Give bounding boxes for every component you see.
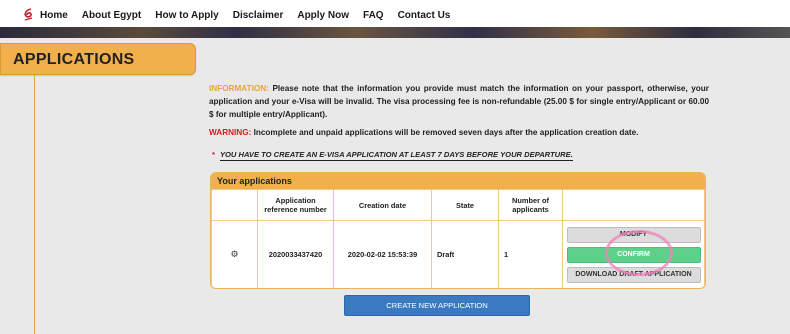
create-new-application-button[interactable]: CREATE NEW APPLICATION xyxy=(344,295,530,316)
column-header-applicants: Number of applicants xyxy=(498,189,563,221)
applications-panel-title: Your applications xyxy=(211,173,705,189)
departure-notice: * YOU HAVE TO CREATE AN E-VISA APPLICATI… xyxy=(212,150,573,161)
column-header-actions xyxy=(562,189,705,221)
nav-home[interactable]: Home xyxy=(40,10,68,21)
header-banner-image xyxy=(0,27,790,38)
number-of-applicants: 1 xyxy=(498,220,563,288)
nav-faq[interactable]: FAQ xyxy=(363,10,384,21)
information-text: Please note that the information you pro… xyxy=(209,84,709,119)
departure-notice-text: YOU HAVE TO CREATE AN E-VISA APPLICATION… xyxy=(219,150,573,161)
nav-how-to-apply[interactable]: How to Apply xyxy=(155,10,219,21)
page-title-tab: APPLICATIONS xyxy=(0,43,196,75)
table-header-row: Application reference number Creation da… xyxy=(211,189,705,221)
column-header-state: State xyxy=(431,189,499,221)
warning-text: Incomplete and unpaid applications will … xyxy=(253,128,639,137)
reference-number: 2020033437420 xyxy=(257,220,334,288)
nav-about-egypt[interactable]: About Egypt xyxy=(82,10,141,21)
nav-contact-us[interactable]: Contact Us xyxy=(398,10,451,21)
row-gear-cell: ⚙ xyxy=(211,220,258,288)
creation-date: 2020-02-02 15:53:39 xyxy=(333,220,432,288)
warning-label: WARNING: xyxy=(209,128,252,137)
main-menu: Home About Egypt How to Apply Disclaimer… xyxy=(40,10,464,21)
required-star: * xyxy=(212,150,215,159)
column-header-icon xyxy=(211,189,258,221)
page-title: APPLICATIONS xyxy=(13,51,135,68)
column-header-reference: Application reference number xyxy=(257,189,334,221)
left-divider xyxy=(34,75,35,334)
application-state: Draft xyxy=(431,220,499,288)
top-navigation-bar: Home About Egypt How to Apply Disclaimer… xyxy=(0,0,790,38)
column-header-creation-date: Creation date xyxy=(333,189,432,221)
gear-icon[interactable]: ⚙ xyxy=(230,249,238,259)
information-label: INFORMATION: xyxy=(209,84,269,93)
notice-section: INFORMATION: Please note that the inform… xyxy=(209,82,709,139)
information-paragraph: INFORMATION: Please note that the inform… xyxy=(209,82,709,121)
confirm-highlight-circle xyxy=(605,230,673,276)
warning-paragraph: WARNING: Incomplete and unpaid applicati… xyxy=(209,126,709,139)
nav-disclaimer[interactable]: Disclaimer xyxy=(233,10,284,21)
egypt-logo-icon[interactable] xyxy=(22,8,34,22)
nav-apply-now[interactable]: Apply Now xyxy=(297,10,349,21)
